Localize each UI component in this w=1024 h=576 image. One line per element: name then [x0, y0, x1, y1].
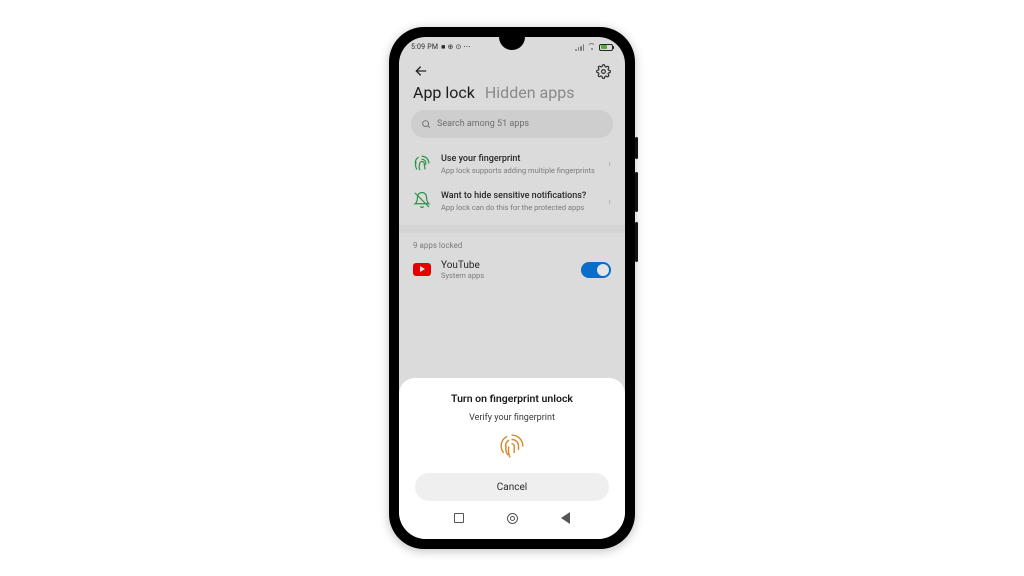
chevron-right-icon: ›	[608, 197, 611, 208]
notification-off-icon	[413, 191, 431, 209]
settings-button[interactable]	[596, 64, 611, 79]
locked-count-label: 9 apps locked	[399, 233, 625, 254]
screen: 5:09 PM ■ ⊕ ⊙ ⋯ App	[399, 37, 625, 539]
fingerprint-icon	[413, 154, 431, 172]
signal-icon	[575, 44, 584, 51]
row-hide-notifications[interactable]: Want to hide sensitive notifications? Ap…	[399, 183, 625, 220]
app-lock-toggle[interactable]	[581, 262, 611, 278]
row-use-fingerprint[interactable]: Use your fingerprint App lock supports a…	[399, 146, 625, 183]
search-icon	[421, 119, 431, 129]
fingerprint-sheet: Turn on fingerprint unlock Verify your f…	[399, 378, 625, 539]
row-subtitle: App lock supports adding multiple finger…	[441, 166, 598, 175]
nav-home-button[interactable]	[507, 513, 518, 524]
row-subtitle: App lock can do this for the protected a…	[441, 203, 598, 212]
youtube-icon	[413, 263, 431, 276]
search-placeholder: Search among 51 apps	[437, 119, 529, 129]
side-button	[635, 137, 638, 159]
app-name: YouTube	[441, 260, 571, 271]
tabs: App lock Hidden apps	[399, 81, 625, 108]
volume-up-button	[635, 172, 638, 212]
stage: 5:09 PM ■ ⊕ ⊙ ⋯ App	[0, 0, 1024, 576]
status-time: 5:09 PM	[411, 43, 438, 51]
top-bar	[399, 57, 625, 81]
search-input[interactable]: Search among 51 apps	[411, 110, 613, 138]
section-divider	[399, 225, 625, 233]
cancel-button[interactable]: Cancel	[415, 473, 609, 501]
phone-frame: 5:09 PM ■ ⊕ ⊙ ⋯ App	[389, 27, 635, 549]
app-row-youtube[interactable]: YouTube System apps	[399, 254, 625, 286]
back-button[interactable]	[413, 63, 429, 79]
fingerprint-sensor-icon[interactable]	[499, 433, 525, 459]
status-indicators: ■ ⊕ ⊙ ⋯	[441, 43, 471, 51]
wifi-icon	[587, 43, 596, 52]
tab-hidden-apps[interactable]: Hidden apps	[485, 83, 575, 102]
tab-app-lock[interactable]: App lock	[413, 83, 475, 102]
battery-icon	[599, 44, 613, 51]
chevron-right-icon: ›	[608, 159, 611, 170]
row-title: Use your fingerprint	[441, 154, 598, 164]
nav-back-button[interactable]	[561, 512, 570, 524]
volume-down-button	[635, 222, 638, 262]
sheet-message: Verify your fingerprint	[411, 413, 613, 423]
row-title: Want to hide sensitive notifications?	[441, 191, 598, 201]
sheet-title: Turn on fingerprint unlock	[411, 392, 613, 405]
navigation-bar	[411, 505, 613, 531]
nav-recent-button[interactable]	[454, 513, 464, 523]
app-category: System apps	[441, 271, 571, 280]
